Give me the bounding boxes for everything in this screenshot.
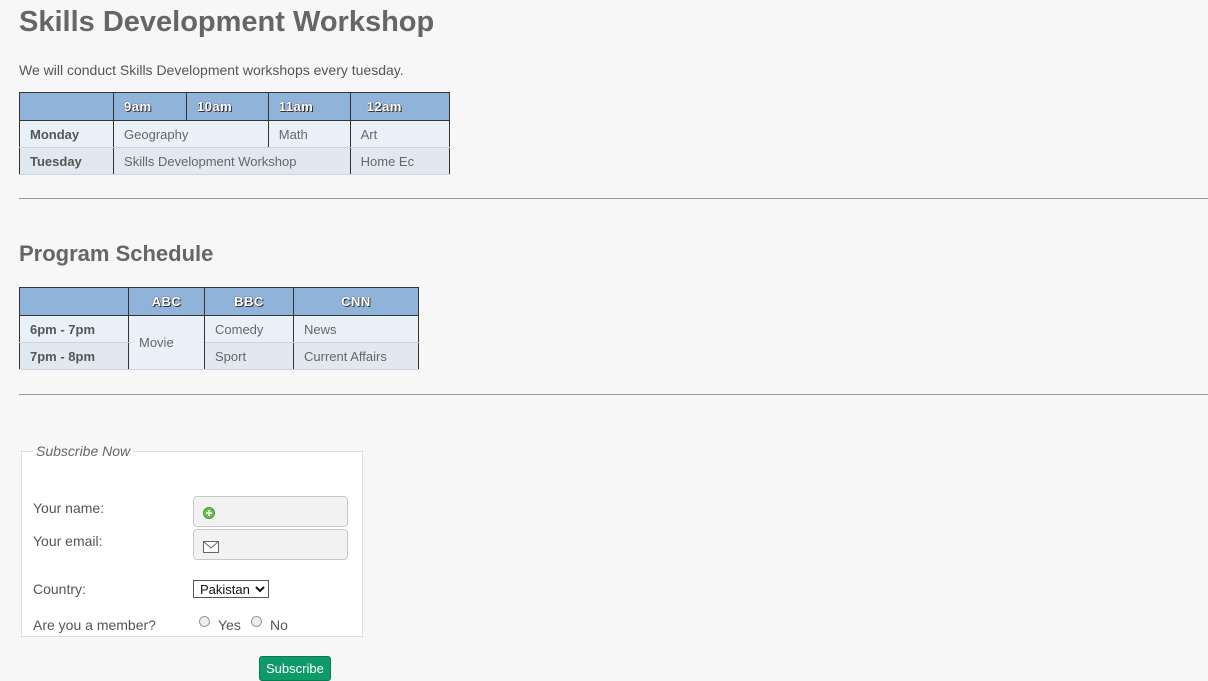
form-legend: Subscribe Now: [36, 443, 131, 459]
table-header-11am: 11am: [267, 92, 351, 121]
table-header-abc: ABC: [128, 287, 205, 316]
table-row: 7pm - 8pm Sport Current Affairs: [19, 342, 419, 370]
member-label: Are you a member?: [33, 617, 156, 633]
no-radio[interactable]: [251, 616, 262, 627]
subscribe-button[interactable]: Subscribe: [259, 656, 331, 681]
table-row: Tuesday Skills Development Workshop Home…: [18, 147, 451, 175]
intro-text: We will conduct Skills Development works…: [19, 62, 404, 78]
row-header-monday: Monday: [18, 120, 115, 148]
table-row: 6pm - 7pm Movie Comedy News: [19, 315, 419, 370]
table-header-row: ABC BBC CNN: [19, 287, 419, 316]
table-header-9am: 9am: [113, 92, 187, 121]
table-header-bbc: BBC: [204, 287, 294, 316]
country-select[interactable]: Pakistan: [193, 580, 269, 598]
section-title: Program Schedule: [19, 241, 214, 266]
email-field[interactable]: [193, 529, 348, 560]
row-header-tuesday: Tuesday: [18, 147, 115, 175]
country-label: Country:: [33, 581, 86, 597]
workshop-table: 9am 10am 11am 12am Monday Geography Math…: [18, 92, 451, 175]
table-header-empty: [18, 92, 115, 121]
add-user-icon: [203, 506, 215, 524]
yes-radio[interactable]: [199, 616, 210, 627]
page-title: Skills Development Workshop: [19, 6, 435, 38]
table-cell: Geography: [113, 120, 269, 148]
subscribe-form: Subscribe Now Your name: Your email: Cou…: [21, 443, 363, 637]
table-cell: Current Affairs: [293, 342, 419, 370]
table-cell: Home Ec: [349, 147, 451, 175]
table-cell: Sport: [204, 342, 294, 370]
table-row: Monday Geography Math Art: [18, 120, 451, 148]
table-cell: Math: [267, 120, 351, 148]
divider: [19, 394, 1208, 395]
table-header-10am: 10am: [185, 92, 269, 121]
table-header-row: 9am 10am 11am 12am: [18, 92, 451, 121]
divider: [19, 198, 1208, 199]
name-field[interactable]: [193, 496, 348, 527]
table-cell: News: [293, 315, 419, 343]
program-table: ABC BBC CNN 6pm - 7pm Movie Comedy News …: [19, 287, 419, 370]
table-header-12am: 12am: [349, 92, 451, 121]
table-header-cnn: CNN: [293, 287, 419, 316]
table-cell: Art: [349, 120, 451, 148]
name-label: Your name:: [33, 500, 105, 516]
yes-label: Yes: [218, 617, 241, 633]
row-header-time: 6pm - 7pm: [19, 315, 129, 343]
table-cell: Movie: [128, 315, 205, 370]
envelope-icon: [203, 540, 219, 558]
no-label: No: [270, 617, 288, 633]
table-cell: Comedy: [204, 315, 294, 343]
email-label: Your email:: [33, 533, 103, 549]
table-header-empty: [19, 287, 129, 316]
row-header-time: 7pm - 8pm: [19, 342, 129, 370]
table-cell: Skills Development Workshop: [113, 147, 351, 175]
